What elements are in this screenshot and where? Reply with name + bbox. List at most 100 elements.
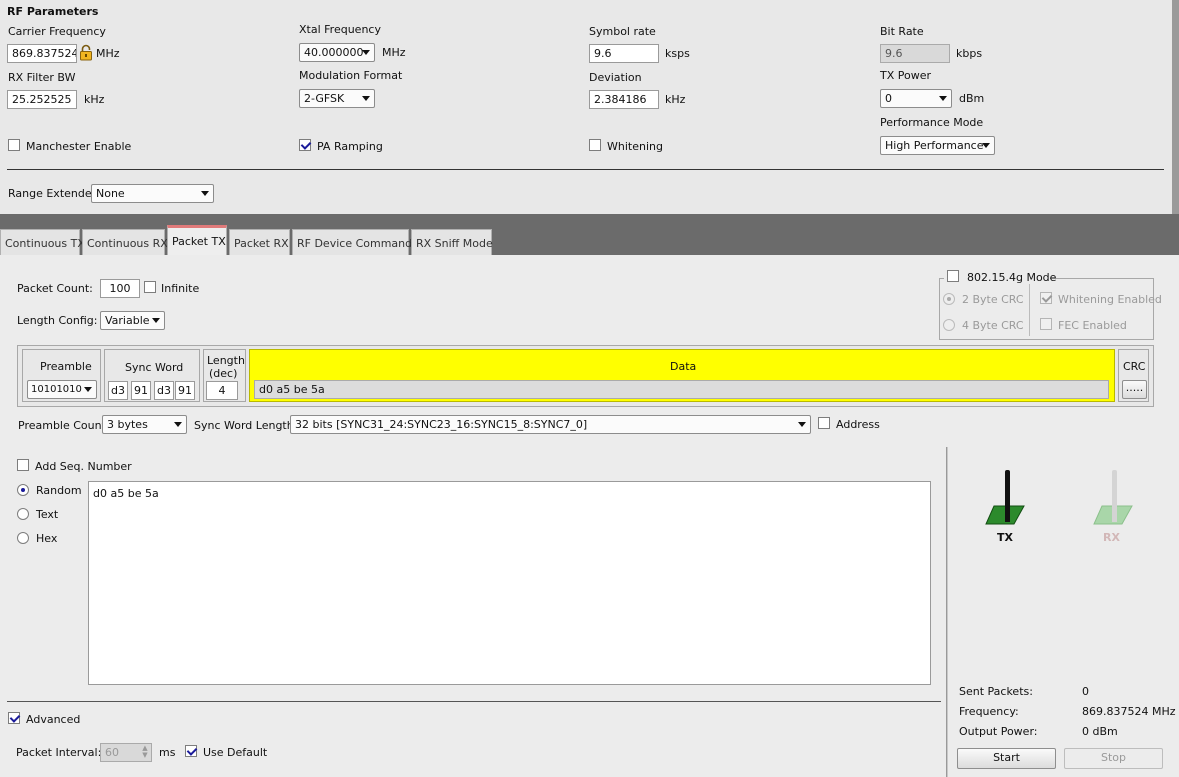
deviation-label: Deviation bbox=[589, 71, 642, 84]
use-default-label: Use Default bbox=[203, 746, 268, 759]
performance-mode-select[interactable]: High Performance bbox=[880, 136, 995, 155]
tab-continuous-tx[interactable]: Continuous TX bbox=[0, 229, 85, 255]
symbol-rate-label: Symbol rate bbox=[589, 25, 656, 38]
tab-rx-sniff-mode[interactable]: RX Sniff Mode bbox=[411, 229, 493, 255]
bit-rate-input: 9.6 bbox=[880, 44, 950, 63]
text-radio[interactable] bbox=[17, 508, 29, 520]
tx-power-label: TX Power bbox=[880, 69, 932, 82]
preamble-count-label: Preamble Count: bbox=[18, 419, 110, 432]
length-label: Length bbox=[207, 354, 245, 367]
pa-ramping-checkbox[interactable] bbox=[299, 139, 311, 151]
xtal-frequency-label: Xtal Frequency bbox=[299, 23, 381, 36]
pa-ramping-label: PA Ramping bbox=[317, 140, 383, 153]
rx-filter-bw-input[interactable]: 25.252525 bbox=[7, 90, 77, 109]
sync-byte-4[interactable]: 91 bbox=[175, 381, 195, 400]
chevron-down-icon bbox=[174, 422, 182, 427]
rf-parameters-title: RF Parameters bbox=[7, 5, 99, 18]
deviation-input[interactable]: 2.384186 bbox=[589, 90, 659, 109]
rx-label: RX bbox=[1103, 531, 1120, 544]
crc-2-byte-label: 2 Byte CRC bbox=[962, 293, 1024, 306]
mode-802-15-4g-checkbox[interactable] bbox=[947, 270, 959, 282]
carrier-frequency-label: Carrier Frequency bbox=[8, 25, 106, 38]
length-input[interactable]: 4 bbox=[206, 381, 238, 400]
chevron-down-icon bbox=[362, 96, 370, 101]
frequency-label: Frequency: bbox=[959, 705, 1019, 718]
advanced-divider bbox=[7, 701, 941, 702]
tab-rf-device-commands[interactable]: RF Device Commands bbox=[292, 229, 418, 255]
performance-mode-label: Performance Mode bbox=[880, 116, 984, 129]
interval-spinner[interactable]: ▲ ▼ bbox=[140, 745, 150, 760]
tx-power-select[interactable]: 0 bbox=[880, 89, 952, 108]
chevron-down-icon bbox=[201, 191, 209, 196]
use-default-checkbox[interactable] bbox=[185, 745, 197, 757]
range-extender-select[interactable]: None bbox=[91, 184, 214, 203]
length-dec-label: (dec) bbox=[209, 367, 238, 380]
bit-rate-unit: kbps bbox=[956, 47, 983, 60]
sent-packets-label: Sent Packets: bbox=[959, 685, 1033, 698]
manchester-enable-label: Manchester Enable bbox=[26, 140, 132, 153]
chevron-down-icon bbox=[152, 318, 160, 323]
tab-continuous-rx[interactable]: Continuous RX bbox=[82, 229, 168, 255]
carrier-frequency-unit: MHz bbox=[96, 47, 120, 60]
rx-antenna-icon bbox=[1092, 468, 1138, 530]
payload-textarea[interactable]: d0 a5 be 5a bbox=[88, 481, 931, 685]
packet-interval-unit: ms bbox=[159, 746, 176, 759]
carrier-frequency-input[interactable]: 869.837524 bbox=[7, 44, 77, 63]
sync-word-length-label: Sync Word Length bbox=[194, 419, 294, 432]
chevron-down-icon bbox=[798, 422, 806, 427]
xtal-frequency-select[interactable]: 40.000000 bbox=[299, 43, 375, 62]
bit-rate-label: Bit Rate bbox=[880, 25, 924, 38]
packet-interval-label: Packet Interval: bbox=[16, 746, 102, 759]
output-power-label: Output Power: bbox=[959, 725, 1038, 738]
whitening-enabled-label: Whitening Enabled bbox=[1058, 293, 1162, 306]
random-label: Random bbox=[36, 484, 82, 497]
rx-filter-bw-label: RX Filter BW bbox=[8, 71, 76, 84]
data-label: Data bbox=[670, 360, 697, 373]
infinite-checkbox[interactable] bbox=[144, 281, 156, 293]
modulation-format-select[interactable]: 2-GFSK bbox=[299, 89, 375, 108]
preamble-count-select[interactable]: 3 bytes bbox=[102, 415, 187, 434]
hex-radio[interactable] bbox=[17, 532, 29, 544]
packet-count-label: Packet Count: bbox=[17, 282, 93, 295]
hex-label: Hex bbox=[36, 532, 58, 545]
text-label: Text bbox=[36, 508, 59, 521]
random-radio[interactable] bbox=[17, 484, 29, 496]
start-button[interactable]: Start bbox=[957, 748, 1056, 769]
crc-button[interactable]: ..... bbox=[1122, 380, 1147, 399]
window-edge bbox=[1172, 0, 1179, 214]
length-config-select[interactable]: Variable bbox=[100, 311, 165, 330]
sync-byte-1[interactable]: d3 bbox=[108, 381, 128, 400]
length-config-label: Length Config: bbox=[17, 314, 98, 327]
output-power-value: 0 dBm bbox=[1082, 725, 1118, 738]
sync-byte-3[interactable]: d3 bbox=[154, 381, 174, 400]
tab-packet-rx[interactable]: Packet RX bbox=[229, 229, 290, 255]
whitening-enabled-checkbox[interactable] bbox=[1040, 292, 1052, 304]
packet-count-input[interactable]: 100 bbox=[100, 279, 140, 298]
tab-packet-tx[interactable]: Packet TX bbox=[167, 225, 227, 256]
fec-enabled-label: FEC Enabled bbox=[1058, 319, 1127, 332]
address-checkbox[interactable] bbox=[818, 417, 830, 429]
advanced-checkbox[interactable] bbox=[8, 712, 20, 724]
sync-byte-2[interactable]: 91 bbox=[131, 381, 151, 400]
range-extender-label: Range Extender bbox=[8, 187, 97, 200]
sync-word-length-select[interactable]: 32 bits [SYNC31_24:SYNC23_16:SYNC15_8:SY… bbox=[290, 415, 811, 434]
section-divider bbox=[7, 169, 1164, 170]
add-seq-number-label: Add Seq. Number bbox=[35, 460, 132, 473]
chevron-down-icon bbox=[84, 387, 92, 392]
add-seq-number-checkbox[interactable] bbox=[17, 459, 29, 471]
lock-icon[interactable] bbox=[79, 44, 93, 61]
crc-4-byte-radio[interactable] bbox=[943, 319, 955, 331]
status-panel-divider bbox=[946, 447, 948, 777]
symbol-rate-input[interactable]: 9.6 bbox=[589, 44, 659, 63]
whitening-checkbox[interactable] bbox=[589, 139, 601, 151]
fec-enabled-checkbox[interactable] bbox=[1040, 318, 1052, 330]
crc-2-byte-radio[interactable] bbox=[943, 293, 955, 305]
preamble-label: Preamble bbox=[40, 360, 92, 373]
stop-button[interactable]: Stop bbox=[1064, 748, 1163, 769]
data-input[interactable]: d0 a5 be 5a bbox=[254, 380, 1109, 399]
sync-word-label: Sync Word bbox=[125, 361, 184, 374]
tx-antenna-icon bbox=[984, 468, 1030, 530]
manchester-enable-checkbox[interactable] bbox=[8, 139, 20, 151]
preamble-select[interactable]: 10101010 bbox=[27, 380, 97, 399]
crc-4-byte-label: 4 Byte CRC bbox=[962, 319, 1024, 332]
